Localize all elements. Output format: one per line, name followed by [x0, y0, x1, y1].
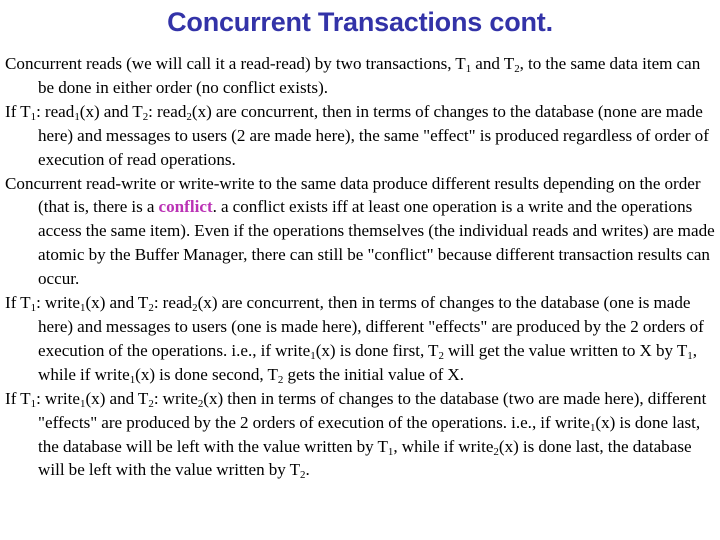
- slide-paragraph: Concurrent read-write or write-write to …: [5, 172, 717, 292]
- text-run: : write: [36, 293, 81, 313]
- text-run: : write: [153, 388, 198, 408]
- text-run: and T: [471, 54, 515, 73]
- text-run: (x) and T: [79, 101, 143, 121]
- text-run: : write: [36, 388, 81, 408]
- text-run: (x) and T: [85, 293, 149, 313]
- text-run: , while if write: [393, 436, 494, 456]
- text-run: .: [305, 460, 310, 480]
- text-run: will get the value written to X by T: [443, 340, 688, 360]
- slide-paragraph: If T1: read1(x) and T2: read2(x) are con…: [5, 100, 717, 172]
- text-run: : read: [153, 293, 193, 313]
- slide-canvas: Concurrent Transactions cont. Concurrent…: [0, 0, 720, 540]
- page-title: Concurrent Transactions cont.: [167, 7, 553, 37]
- slide-paragraph: If T1: write1(x) and T2: read2(x) are co…: [5, 291, 717, 387]
- text-run: gets the initial value of X.: [283, 364, 464, 384]
- slide-paragraph: If T1: write1(x) and T2: write2(x) then …: [5, 387, 717, 483]
- conflict-keyword: conflict: [158, 197, 213, 217]
- text-run: If T: [5, 101, 31, 121]
- text-run: Concurrent reads (we will call it a read…: [5, 54, 466, 73]
- text-run: (x) is done second, T: [135, 364, 278, 384]
- text-run: If T: [5, 388, 31, 408]
- slide-paragraph: Concurrent reads (we will call it a read…: [5, 52, 717, 100]
- text-run: : read: [36, 101, 75, 121]
- text-run: : read: [148, 101, 187, 121]
- text-run: (x) is done first, T: [315, 340, 439, 360]
- text-run: (x) and T: [85, 388, 149, 408]
- text-run: If T: [5, 293, 31, 313]
- slide-body: Concurrent reads (we will call it a read…: [5, 52, 717, 482]
